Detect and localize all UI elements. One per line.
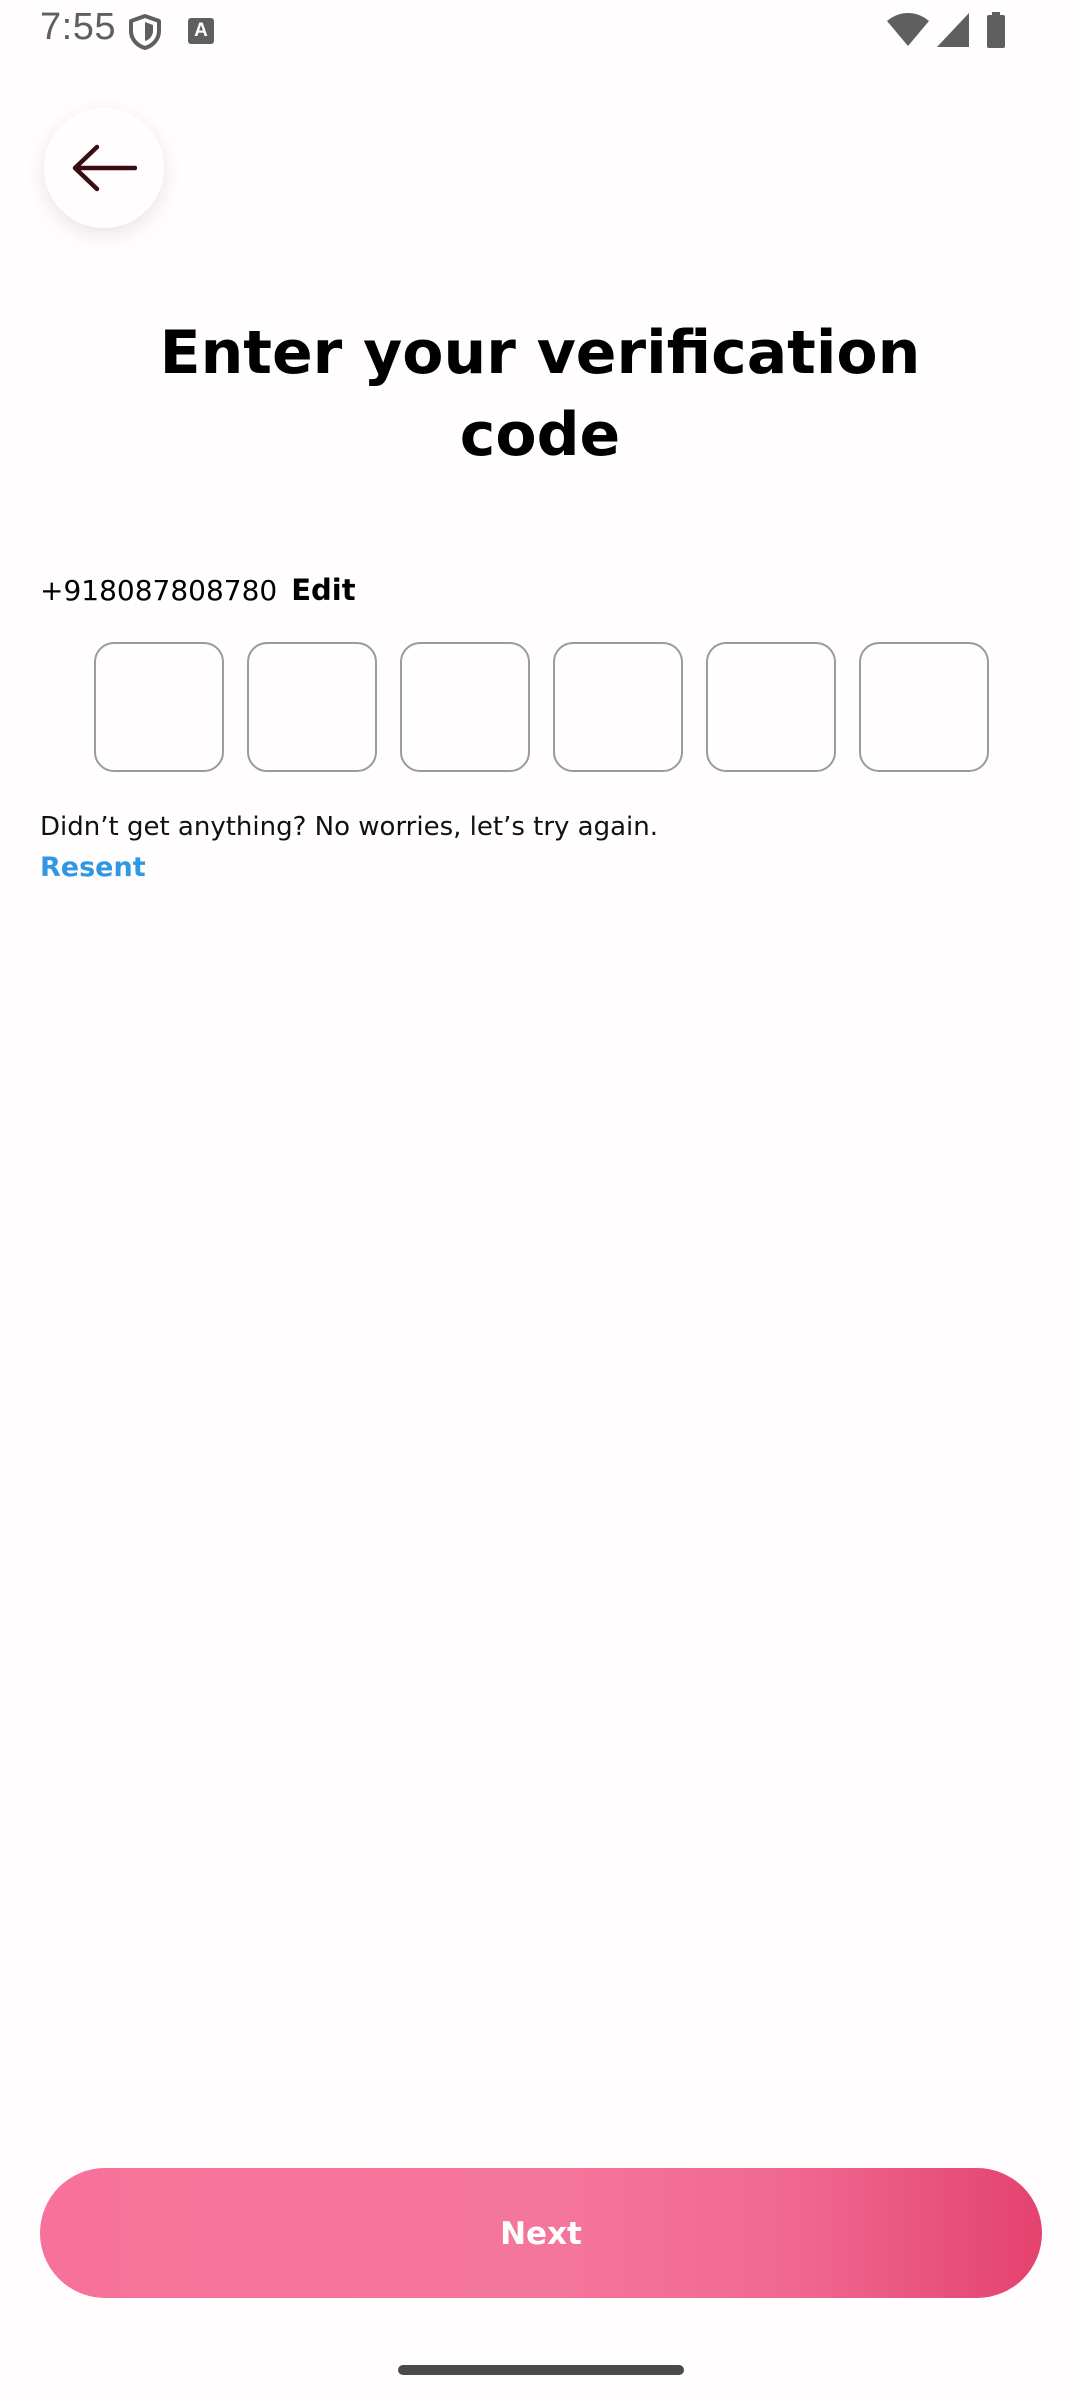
status-bar: 7:55 A (0, 0, 1080, 64)
status-time: 7:55 (40, 6, 116, 48)
code-digit-2[interactable] (247, 642, 377, 772)
code-digit-3[interactable] (400, 642, 530, 772)
edit-phone-link[interactable]: Edit (291, 573, 355, 607)
battery-icon (986, 12, 1006, 48)
phone-number: +918087808780 (40, 573, 278, 607)
phone-row: +918087808780 Edit (40, 568, 356, 612)
signal-icon (936, 12, 970, 48)
next-button[interactable]: Next (40, 2168, 1042, 2298)
code-digit-6[interactable] (859, 642, 989, 772)
code-digit-4[interactable] (553, 642, 683, 772)
verification-code-inputs (94, 642, 989, 772)
wifi-icon (886, 12, 930, 48)
home-indicator[interactable] (398, 2365, 684, 2375)
keyboard-a-icon: A (188, 18, 214, 44)
page-title: Enter your verification code (159, 318, 921, 470)
code-digit-5[interactable] (706, 642, 836, 772)
resend-hint: Didn’t get anything? No worries, let’s t… (40, 812, 659, 842)
back-button[interactable] (44, 108, 164, 228)
arrow-left-icon (71, 144, 137, 192)
resend-link[interactable]: Resent (40, 852, 146, 883)
code-digit-1[interactable] (94, 642, 224, 772)
shield-icon (128, 14, 162, 50)
